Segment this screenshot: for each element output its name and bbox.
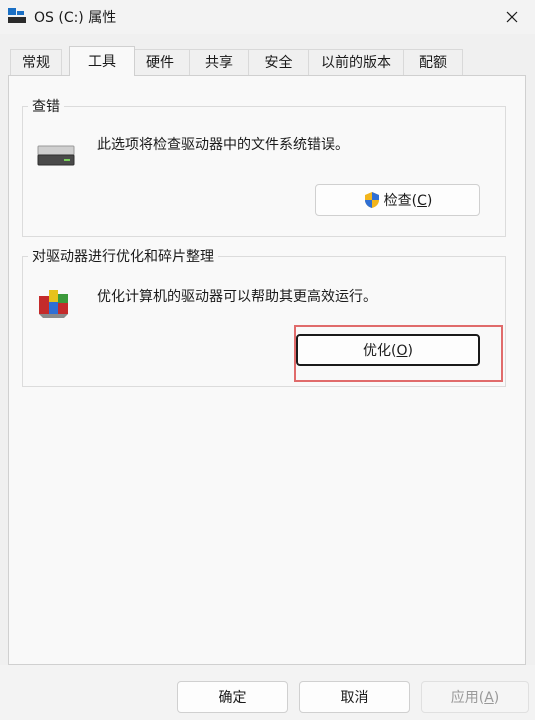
drive-icon [8, 8, 26, 23]
hard-drive-icon [37, 145, 75, 166]
highlight-box [294, 325, 503, 382]
footer-bar: 确定 取消 应用(A) [0, 665, 535, 720]
tab-tools[interactable]: 工具 [69, 46, 135, 76]
error-check-label: 查错 [28, 96, 64, 116]
tab-sharing[interactable]: 共享 [189, 49, 249, 75]
optimize-description: 优化计算机的驱动器可以帮助其更高效运行。 [97, 289, 377, 305]
apply-button-label: 应用(A) [450, 690, 500, 706]
window-title: OS (C:) 属性 [34, 10, 117, 26]
ok-button[interactable]: 确定 [177, 681, 288, 713]
tab-previous-versions[interactable]: 以前的版本 [308, 49, 404, 75]
tab-hardware[interactable]: 硬件 [130, 49, 190, 75]
apply-button[interactable]: 应用(A) [421, 681, 529, 713]
error-check-description: 此选项将检查驱动器中的文件系统错误。 [97, 137, 349, 153]
error-check-group: 查错 此选项将检查驱动器中的文件系统错误。 检查(C) [22, 96, 506, 237]
tab-strip: 常规 工具 硬件 共享 安全 以前的版本 配额 [8, 46, 526, 76]
close-button[interactable] [489, 0, 535, 34]
tab-general[interactable]: 常规 [10, 49, 62, 75]
check-button-label: 检查(C) [383, 193, 433, 209]
tab-quota[interactable]: 配额 [403, 49, 463, 75]
uac-shield-icon [364, 192, 379, 208]
optimize-label: 对驱动器进行优化和碎片整理 [28, 246, 218, 266]
close-icon [506, 11, 518, 23]
defrag-icon [39, 290, 68, 318]
check-button[interactable]: 检查(C) [315, 184, 480, 216]
title-bar: OS (C:) 属性 [0, 0, 535, 34]
tab-security[interactable]: 安全 [248, 49, 309, 75]
cancel-button[interactable]: 取消 [299, 681, 410, 713]
